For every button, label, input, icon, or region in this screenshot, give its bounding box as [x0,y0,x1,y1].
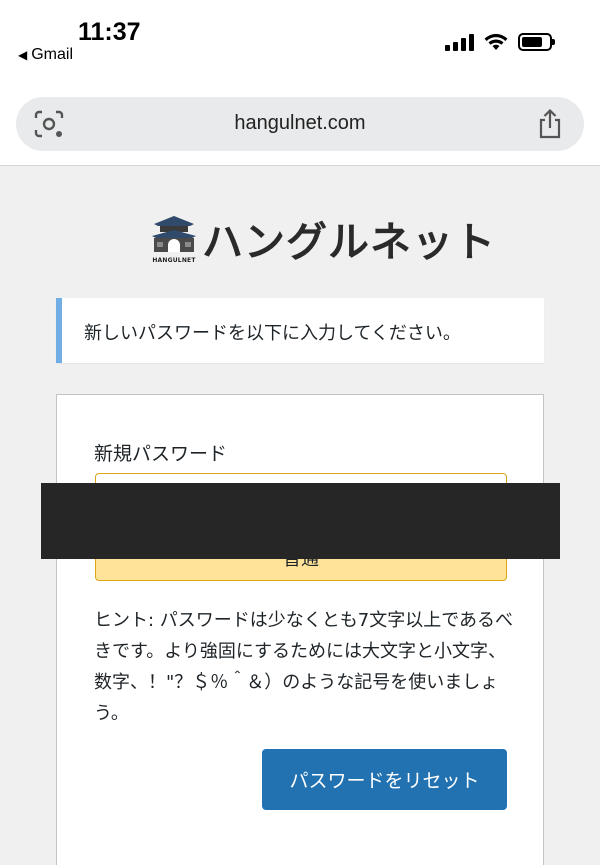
password-hint: ヒント: パスワードは少なくとも7文字以上であるべきです。より強固にするためには… [94,610,514,724]
back-triangle-icon: ◀ [18,48,28,62]
wifi-icon [484,33,508,50]
browser-toolbar: hangulnet.com [0,80,600,166]
back-to-app-link[interactable]: ◀ Gmail [18,46,73,64]
reset-password-button[interactable]: パスワードをリセット [262,749,507,810]
status-bar: 11:37 ◀ Gmail [0,0,600,80]
notice-text: 新しいパスワードを以下に入力してください。 [84,323,461,344]
battery-icon [518,33,555,51]
status-icons [445,33,555,51]
new-password-label: 新規パスワード [94,443,228,465]
url-text: hangulnet.com [234,112,366,134]
clock: 11:37 [78,18,141,46]
back-app-label: Gmail [31,46,74,63]
redaction-bar [41,483,560,559]
info-notice: 新しいパスワードを以下に入力してください。 [56,298,544,363]
logo-mark-text: HANGULNET [152,257,196,264]
address-bar[interactable]: hangulnet.com [16,97,584,151]
site-logo[interactable]: HANGULNET ハングルネット [148,212,495,266]
gate-logo-icon: HANGULNET [148,212,200,264]
cellular-signal-icon [445,33,474,51]
share-icon[interactable] [536,108,564,140]
logo-text: ハングルネット [202,218,496,266]
reset-password-form: 新規パスワード 普通 ヒント: パスワードは少なくとも7文字以上であるべきです。… [56,394,544,865]
